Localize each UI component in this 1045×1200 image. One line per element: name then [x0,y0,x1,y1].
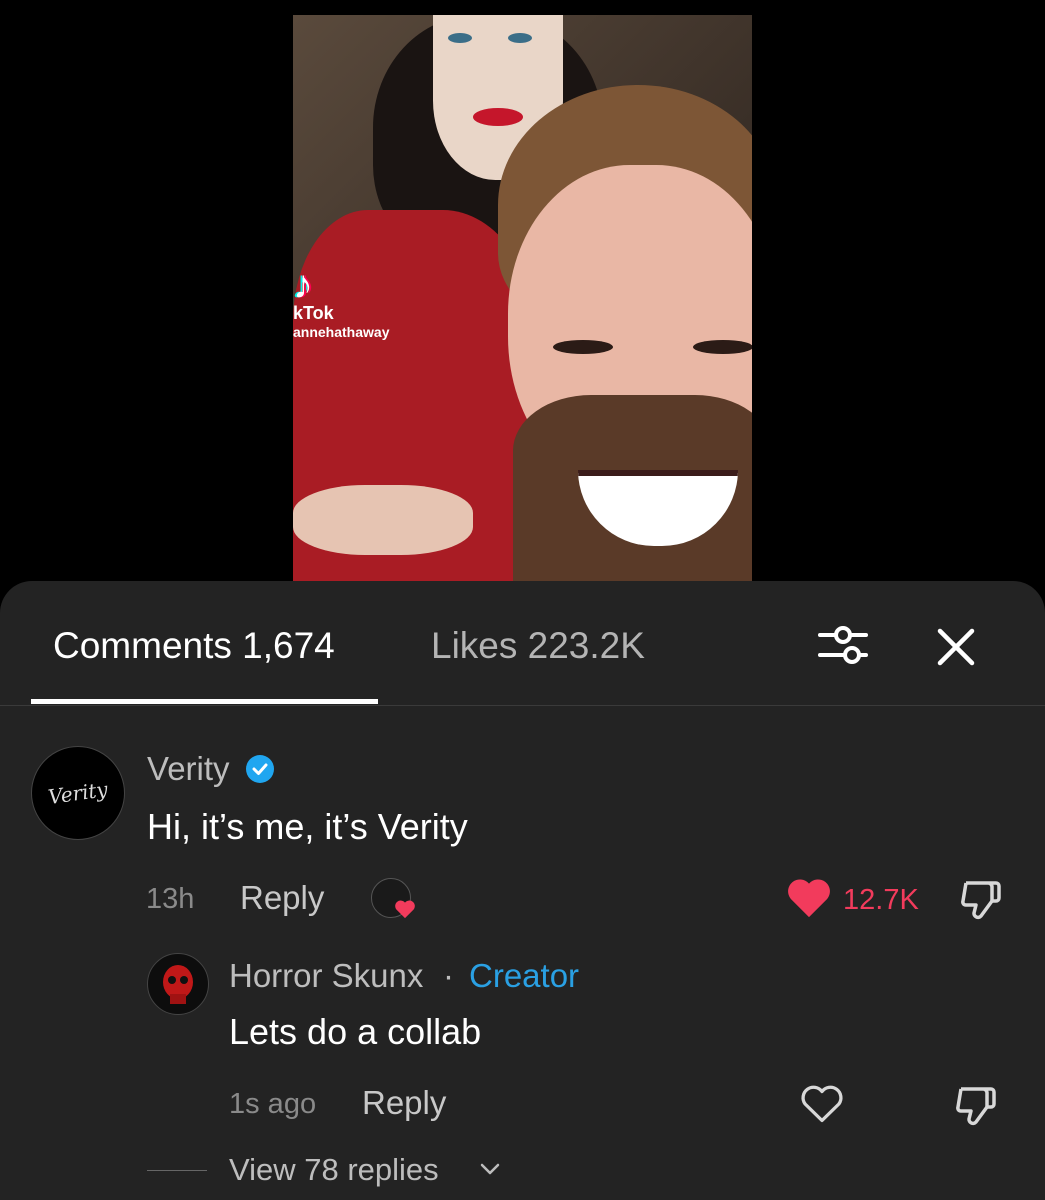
video-person-hand [293,485,473,555]
like-heart-icon[interactable] [786,877,832,919]
skull-icon [163,965,193,1004]
filter-button[interactable] [814,621,872,671]
creator-badge: Creator [469,957,580,994]
video-man-eye [693,340,752,354]
tab-likes[interactable]: Likes 223.2K [431,625,645,667]
verified-badge-icon [246,755,274,783]
dislike-icon[interactable] [953,1083,999,1127]
comments-sheet: Comments 1,674 Likes 223.2K Verity Verit… [0,581,1045,1200]
comment-timestamp: 13h [146,883,195,915]
reply-author[interactable]: Horror Skunx [229,957,423,995]
creator-heart-icon [395,900,415,919]
reply-timestamp: 1s ago [229,1088,317,1120]
chevron-down-icon[interactable] [478,1157,502,1181]
close-button[interactable] [930,621,982,673]
comment-text: Hi, it’s me, it’s Verity [147,806,468,847]
close-icon [937,628,975,666]
video-person-eye [508,33,532,43]
tab-comments[interactable]: Comments 1,674 [53,625,335,667]
video-person-eye [448,33,472,43]
avatar-logo-text: Verity [46,776,110,810]
like-count: 12.7K [843,884,919,916]
comment-author[interactable]: Verity [147,750,230,788]
video-frame[interactable]: ♪ kTok annehathaway [293,15,752,581]
avatar[interactable]: Verity [31,746,125,840]
dislike-icon[interactable] [958,877,1004,921]
reply-button[interactable]: Reply [240,879,324,917]
replies-divider [147,1170,207,1171]
tiktok-watermark: ♪ kTok annehathaway [293,265,389,340]
author-separator: · [443,957,454,994]
watermark-brand: kTok [293,303,334,323]
avatar[interactable] [147,953,209,1015]
video-person-lips [473,108,523,126]
reply-text: Lets do a collab [229,1011,482,1052]
video-man-eye [553,340,613,354]
filter-sliders-icon [818,626,868,664]
video-player[interactable]: ♪ kTok annehathaway [0,0,1045,590]
tiktok-logo-icon: ♪ [293,263,313,307]
view-replies-button[interactable]: View 78 replies [229,1152,439,1188]
comments-tab-bar: Comments 1,674 Likes 223.2K [0,581,1045,706]
like-heart-outline-icon[interactable] [800,1083,844,1125]
reply-button[interactable]: Reply [362,1084,446,1122]
active-tab-indicator [31,699,378,704]
watermark-handle: annehathaway [293,324,390,340]
